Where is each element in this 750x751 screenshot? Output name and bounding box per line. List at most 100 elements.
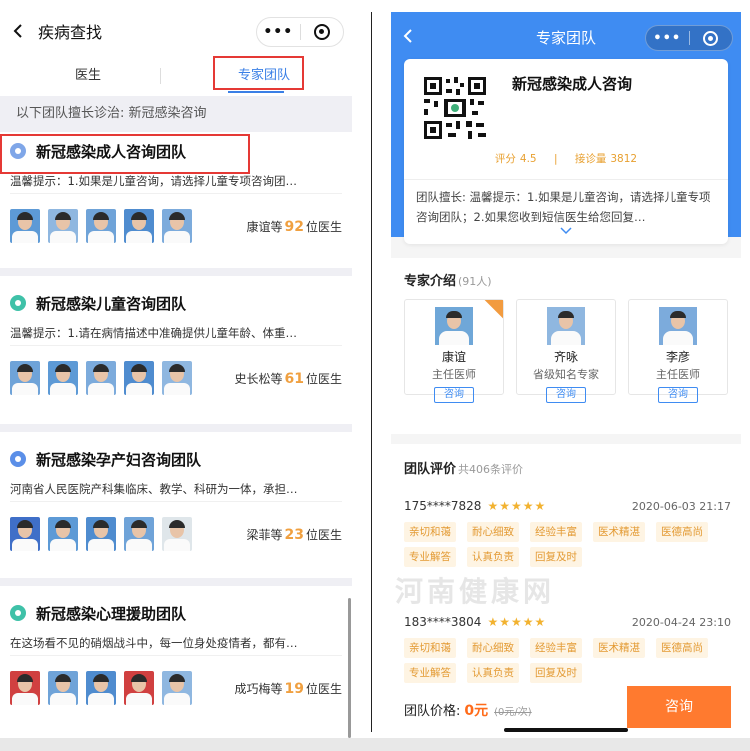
- reviews-header: 团队评价 共406条评价: [391, 444, 741, 477]
- consult-button[interactable]: 咨询: [627, 686, 731, 728]
- expert-title: 主任医师: [432, 368, 476, 381]
- review-header: 175****7828 ★★★★★ 2020-06-03 21:17: [404, 496, 731, 516]
- left-nav-bar: 疾病查找 •••: [0, 0, 352, 62]
- doctor-avatar: [162, 209, 192, 243]
- review-tags: 亲切和蔼 耐心细致 经验丰富 医术精湛 医德高尚 专业解答 认真负责 回复及时: [404, 522, 728, 572]
- featured-ribbon: [477, 300, 503, 326]
- review-tag: 回复及时: [530, 547, 582, 567]
- doctor-avatar: [48, 517, 78, 551]
- team-doctors-row: 成巧梅等 19 位医生: [10, 656, 352, 720]
- expert-title: 省级知名专家: [533, 368, 599, 381]
- review-tag: 回复及时: [530, 663, 582, 683]
- experts-header: 专家介绍 (91人): [391, 258, 741, 299]
- review-date: 2020-04-24 23:10: [631, 615, 731, 629]
- review-tag: 认真负责: [467, 663, 519, 683]
- team-name: 新冠感染孕产妇咨询团队: [36, 450, 202, 469]
- doctor-avatar: [86, 361, 116, 395]
- doctor-count: 成巧梅等 19 位医生: [234, 680, 342, 697]
- divider: [404, 179, 728, 180]
- team-price: 团队价格: 0元 (0元/次): [404, 703, 532, 719]
- page-title: 专家团队: [535, 28, 596, 47]
- chevron-down-icon[interactable]: [560, 227, 572, 235]
- review-item: 183****3804 ★★★★★ 2020-04-24 23:10 亲切和蔼 …: [391, 612, 741, 688]
- scrollbar[interactable]: [348, 598, 351, 738]
- review-tag: 亲切和蔼: [404, 638, 456, 658]
- price-footer: 团队价格: 0元 (0元/次) 咨询: [391, 686, 741, 736]
- review-tag: 医德高尚: [656, 638, 708, 658]
- left-screen: 疾病查找 ••• 医生 专家团队 以下团队擅长诊治: 新冠感染咨询 新冠感染成人…: [0, 0, 352, 751]
- watermark: 河南健康网: [395, 575, 556, 608]
- team-doctors-row: 康谊等 92 位医生: [10, 194, 352, 258]
- reviews-section: 团队评价 共406条评价 175****7828 ★★★★★ 2020-06-03…: [391, 444, 741, 692]
- doctor-avatar: [48, 361, 78, 395]
- section-title: 团队评价 共406条评价: [404, 462, 524, 477]
- expert-card[interactable]: 齐咏 省级知名专家 咨询: [516, 299, 616, 403]
- team-title: 新冠感染孕产妇咨询团队: [10, 440, 352, 478]
- close-target-icon[interactable]: [689, 30, 732, 46]
- doctor-avatar: [10, 671, 40, 705]
- doctor-avatar: [86, 671, 116, 705]
- review-tag: 耐心细致: [467, 522, 519, 542]
- home-indicator: [504, 728, 628, 732]
- highlight-box: [213, 56, 304, 90]
- more-icon[interactable]: •••: [257, 24, 300, 40]
- team-info-card: 新冠感染成人咨询 评分 4.5 | 接诊量 3812 团队擅长: 温馨提示：1.如果…: [404, 59, 728, 244]
- team-speciality: 团队擅长: 温馨提示：1.如果是儿童咨询，请选择儿童专项咨询团队；2.如果您收到…: [416, 190, 711, 224]
- team-card[interactable]: 新冠感染心理援助团队 在这场看不见的硝烟战斗中，每一位身处疫情者，都有… 成巧梅…: [0, 586, 352, 746]
- team-name: 新冠感染心理援助团队: [36, 604, 187, 623]
- team-card[interactable]: 新冠感染孕产妇咨询团队 河南省人民医院产科集临床、教学、科研为一体，承担… 梁菲…: [0, 432, 352, 578]
- review-tag: 专业解答: [404, 547, 456, 567]
- qr-code-icon[interactable]: [422, 75, 488, 141]
- expert-list: 康谊 主任医师 咨询 齐咏 省级知名专家 咨询 李彦 主任医师 咨询: [391, 299, 741, 403]
- doctor-avatar: [10, 209, 40, 243]
- expert-card[interactable]: 李彦 主任医师 咨询: [628, 299, 728, 403]
- doctor-avatar: [124, 209, 154, 243]
- back-icon[interactable]: [10, 23, 26, 39]
- review-tag: 医术精湛: [593, 638, 645, 658]
- doctor-avatar: [86, 517, 116, 551]
- review-tag: 经验丰富: [530, 638, 582, 658]
- doctor-count: 史长松等 61 位医生: [234, 370, 342, 387]
- back-icon[interactable]: [401, 29, 415, 43]
- expert-name: 李彦: [665, 350, 690, 364]
- doctor-avatars: [10, 209, 200, 243]
- doctor-avatar: [124, 361, 154, 395]
- doctor-avatar: [162, 361, 192, 395]
- mini-program-capsule: •••: [645, 25, 733, 51]
- review-date: 2020-06-03 21:17: [631, 499, 731, 513]
- doctor-avatar: [10, 361, 40, 395]
- expert-card[interactable]: 康谊 主任医师 咨询: [404, 299, 504, 403]
- consult-expert-button[interactable]: 咨询: [546, 387, 586, 403]
- expert-photo: [659, 307, 697, 345]
- highlight-box: [0, 134, 250, 174]
- team-description: 在这场看不见的硝烟战斗中，每一位身处疫情者，都有…: [10, 632, 342, 656]
- doctor-avatars: [10, 671, 200, 705]
- right-nav-bar: 专家团队 •••: [391, 12, 741, 62]
- team-name: 新冠感染儿童咨询团队: [36, 294, 187, 313]
- team-title: 新冠感染儿童咨询团队: [10, 284, 352, 322]
- doctor-avatar: [162, 671, 192, 705]
- review-tag: 经验丰富: [530, 522, 582, 542]
- section-title: 专家介绍 (91人): [404, 274, 492, 289]
- panel-divider: [371, 12, 372, 732]
- team-card[interactable]: 新冠感染儿童咨询团队 温馨提示：1.请在病情描述中准确提供儿童年龄、体重… 史长…: [0, 276, 352, 424]
- tab-doctors[interactable]: 医生: [0, 62, 176, 96]
- close-target-icon[interactable]: [300, 24, 343, 40]
- doctor-count: 梁菲等 23 位医生: [246, 526, 342, 543]
- team-doctors-row: 梁菲等 23 位医生: [10, 502, 352, 566]
- team-card[interactable]: 新冠感染成人咨询团队 温馨提示：1.如果是儿童咨询，请选择儿童专项咨询团… 康谊…: [0, 132, 352, 268]
- consult-expert-button[interactable]: 咨询: [434, 387, 474, 403]
- team-icon: [10, 295, 26, 311]
- active-tab-indicator: [228, 91, 284, 93]
- more-icon[interactable]: •••: [646, 31, 689, 46]
- doctor-avatar: [124, 671, 154, 705]
- team-title: 新冠感染成人咨询团队: [0, 132, 352, 174]
- expert-photo: [547, 307, 585, 345]
- team-name: 新冠感染成人咨询: [512, 75, 633, 93]
- consult-expert-button[interactable]: 咨询: [658, 387, 698, 403]
- experts-section: 专家介绍 (91人) 康谊 主任医师 咨询 齐咏 省级知名专家 咨询 李彦 主任医…: [391, 258, 741, 434]
- team-doctors-row: 史长松等 61 位医生: [10, 346, 352, 410]
- review-tag: 医德高尚: [656, 522, 708, 542]
- star-rating-icon: ★★★★★: [487, 499, 547, 513]
- doctor-avatar: [86, 209, 116, 243]
